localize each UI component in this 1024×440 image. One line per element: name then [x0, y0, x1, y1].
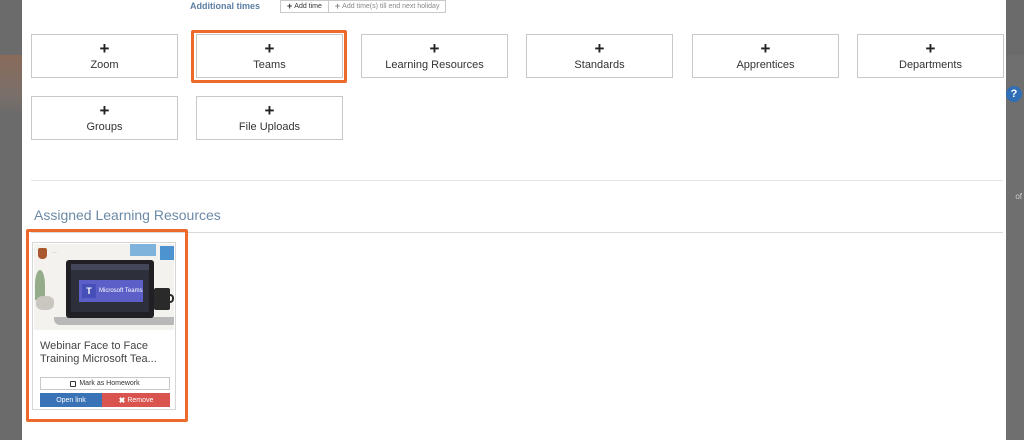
checkbox-icon — [70, 380, 77, 387]
plus-icon: + — [99, 39, 110, 58]
plus-icon: + — [99, 101, 110, 120]
mug-handle-decor — [168, 294, 174, 303]
laptop-image: T Microsoft Teams — [66, 260, 154, 318]
section-divider — [31, 180, 1003, 181]
card-actions: Open link ✖ Remove — [40, 393, 170, 407]
plus-icon: + — [264, 101, 275, 120]
screen-bar — [71, 264, 149, 270]
mark-as-homework-label: Mark as Homework — [79, 380, 140, 387]
add-time-button[interactable]: + Add time — [280, 0, 329, 13]
remove-button[interactable]: ✖ Remove — [102, 393, 170, 407]
plus-icon: + — [925, 39, 936, 58]
additional-times-label: Additional times — [190, 1, 261, 11]
tile-apprentices[interactable]: + Apprentices — [692, 34, 839, 78]
teams-banner-text: Microsoft Teams — [99, 288, 143, 294]
plus-icon: + — [594, 39, 605, 58]
tile-label: Learning Resources — [385, 59, 484, 71]
tile-label: File Uploads — [238, 121, 301, 133]
provider-logo-text: ····· — [51, 250, 58, 255]
plus-icon: + — [264, 39, 275, 58]
tile-label: Zoom — [90, 59, 119, 71]
open-link-button[interactable]: Open link — [40, 393, 102, 407]
assigned-resources-title: Assigned Learning Resources — [34, 207, 221, 223]
additional-times-buttons: + Add time + Add time(s) till end next h… — [280, 0, 447, 13]
add-time-till-holiday-button[interactable]: + Add time(s) till end next holiday — [328, 0, 447, 13]
tile-teams[interactable]: + Teams — [196, 34, 343, 78]
teams-logo-icon: T — [82, 284, 96, 298]
tile-file-uploads[interactable]: + File Uploads — [196, 96, 343, 140]
resource-thumbnail[interactable]: ····· T Microsoft Teams — [34, 244, 174, 330]
modal-dialog: Additional times + Add time + Add time(s… — [22, 0, 1006, 440]
add-time-label: Add time — [294, 2, 322, 10]
tile-departments[interactable]: + Departments — [857, 34, 1004, 78]
plus-icon: + — [760, 39, 771, 58]
resource-title-line1: Webinar Face to Face — [40, 340, 149, 352]
close-icon: ✖ — [118, 395, 126, 405]
decor-box — [130, 244, 156, 256]
mark-as-homework-button[interactable]: Mark as Homework — [40, 377, 170, 390]
teams-banner: T Microsoft Teams — [79, 280, 143, 302]
additional-times-row: Additional times + Add time + Add time(s… — [190, 0, 447, 13]
laptop-screen: T Microsoft Teams — [71, 264, 149, 312]
plus-icon: + — [334, 1, 341, 11]
pot-decor — [36, 296, 54, 310]
plus-icon: + — [429, 39, 440, 58]
tile-label: Teams — [253, 59, 286, 71]
resource-title-line2: Training Microsoft Tea... — [40, 353, 157, 365]
provider-logo-icon — [38, 248, 47, 259]
backdrop-left — [0, 55, 22, 440]
remove-label: Remove — [127, 396, 154, 404]
plus-icon: + — [287, 1, 293, 11]
tile-groups[interactable]: + Groups — [31, 96, 178, 140]
backdrop-right — [1006, 55, 1024, 440]
tile-label: Departments — [899, 59, 962, 71]
tile-zoom[interactable]: + Zoom — [31, 34, 178, 78]
tile-standards[interactable]: + Standards — [526, 34, 673, 78]
tile-label: Apprentices — [736, 59, 795, 71]
tile-learning-resources[interactable]: + Learning Resources — [361, 34, 508, 78]
resource-card: ····· T Microsoft Teams Webinar Face to … — [32, 242, 176, 410]
background-text-fragment: of — [1015, 192, 1022, 201]
add-time-till-holiday-label: Add time(s) till end next holiday — [342, 2, 440, 10]
help-icon[interactable]: ? — [1006, 86, 1022, 102]
resource-title[interactable]: Webinar Face to Face Training Microsoft … — [40, 340, 172, 366]
laptop-base — [54, 317, 174, 325]
open-link-label: Open link — [56, 396, 86, 404]
tile-label: Groups — [86, 121, 123, 133]
tile-label: Standards — [574, 59, 625, 71]
decor-box — [160, 246, 174, 260]
